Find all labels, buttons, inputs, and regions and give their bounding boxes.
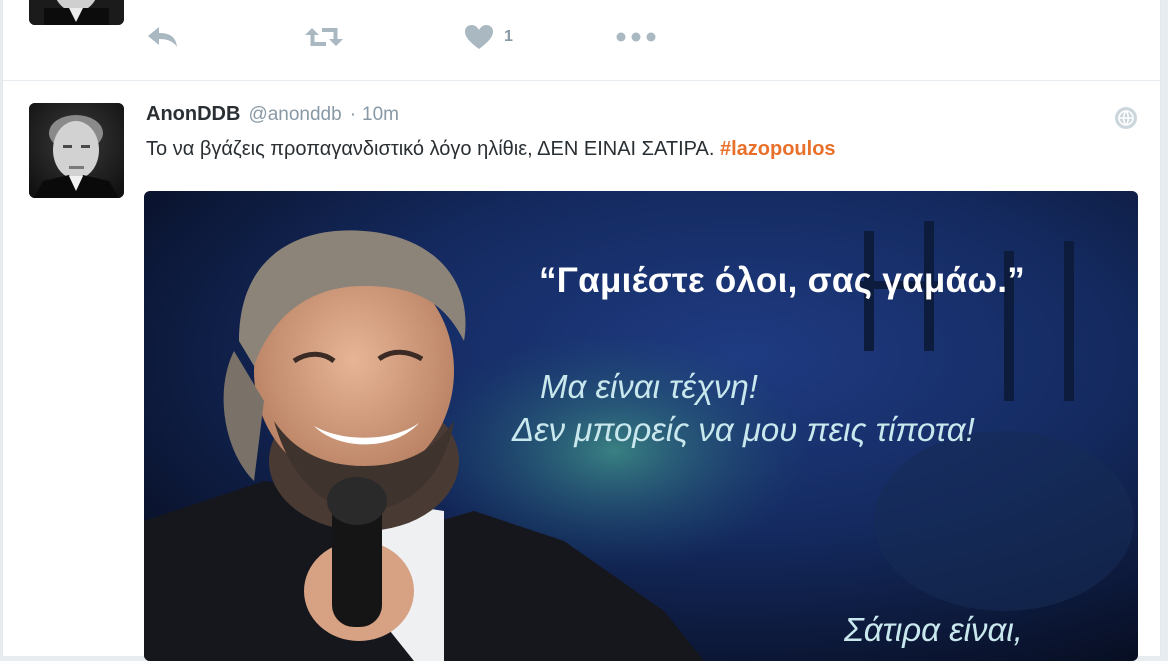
retweet-icon: [305, 28, 343, 46]
heart-icon: [465, 25, 493, 49]
previous-tweet[interactable]: 1: [3, 0, 1160, 81]
tweet-text: Το να βγάζεις προπαγανδιστικό λόγο ηλίθι…: [146, 138, 836, 161]
image-line-2: Δεν μπορείς να μου πεις τίποτα!: [512, 411, 975, 448]
author-name[interactable]: AnonDDB: [146, 103, 240, 126]
avatar[interactable]: [29, 0, 124, 25]
reply-button[interactable]: [146, 22, 180, 52]
more-button[interactable]: [616, 22, 656, 52]
hashtag-link[interactable]: #lazopoulos: [720, 138, 836, 160]
globe-icon-graphic: [1115, 107, 1137, 129]
globe-icon[interactable]: [1114, 106, 1138, 135]
retweet-button[interactable]: [304, 22, 344, 52]
reply-icon: [148, 27, 177, 47]
tweet[interactable]: AnonDDB @anonddb · 10m Το να βγάζεις προ…: [3, 81, 1160, 661]
avatar-portrait: [29, 103, 124, 198]
tweet-body: Το να βγάζεις προπαγανδιστικό λόγο ηλίθι…: [146, 138, 720, 160]
timeline: 1 AnonDDB @anonddb · 10m Το να βγάζεις π…: [2, 0, 1161, 661]
image-line-1: Μα είναι τέχνη!: [540, 368, 758, 405]
tweet-header: AnonDDB @anonddb · 10m: [146, 103, 399, 129]
avatar-portrait: [29, 0, 124, 25]
author-handle[interactable]: @anonddb: [248, 104, 341, 126]
avatar[interactable]: [29, 103, 124, 198]
image-line-3: Σάτιρα είναι,: [844, 611, 1023, 648]
separator-dot: ·: [349, 104, 357, 125]
image-quote: “Γαμιέστε όλοι, σας γαμάω.”: [539, 261, 1026, 300]
timestamp[interactable]: 10m: [362, 104, 399, 126]
tweet-image[interactable]: “Γαμιέστε όλοι, σας γαμάω.” Μα είναι τέχ…: [144, 191, 1138, 661]
like-button[interactable]: 1: [464, 22, 513, 52]
more-icon: [616, 32, 656, 42]
like-count: 1: [504, 28, 513, 45]
